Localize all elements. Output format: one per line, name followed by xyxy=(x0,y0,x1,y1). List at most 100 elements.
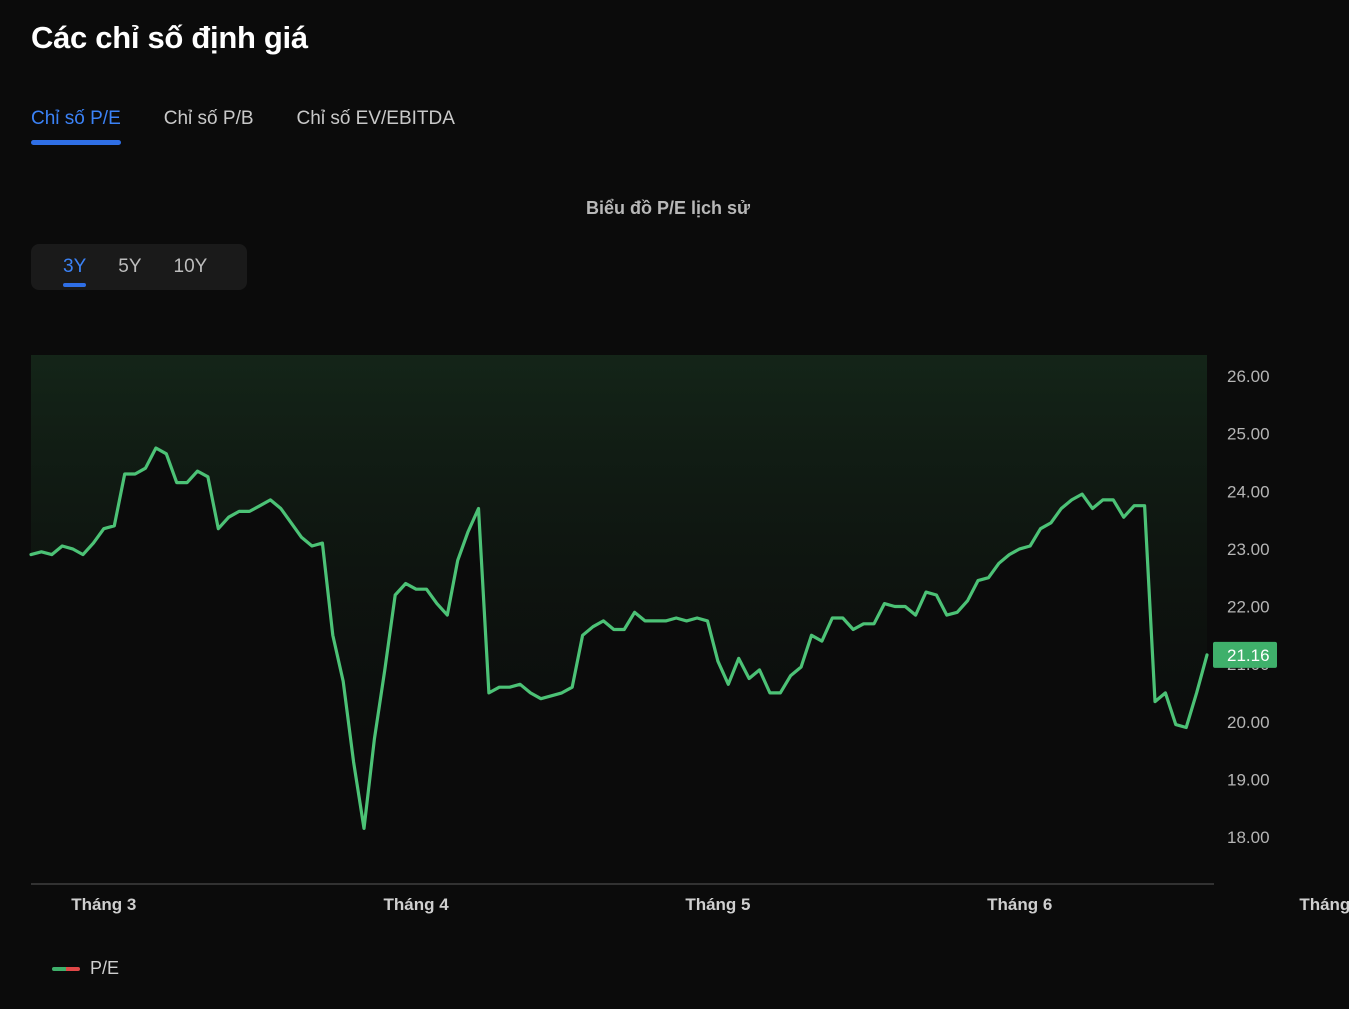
pe-point xyxy=(383,668,386,671)
pe-point xyxy=(321,542,324,545)
pe-point xyxy=(924,591,927,594)
last-value-badge: 21.16 xyxy=(1213,641,1277,668)
pe-point xyxy=(654,619,657,622)
pe-point xyxy=(394,593,397,596)
pe-point xyxy=(40,550,43,553)
pe-point xyxy=(134,472,137,475)
pe-point xyxy=(748,677,751,680)
pe-point xyxy=(987,576,990,579)
pe-point xyxy=(685,619,688,622)
pe-point xyxy=(727,683,730,686)
pe-point xyxy=(643,619,646,622)
x-tick-label: Tháng 4 xyxy=(384,895,450,914)
x-tick-label: Tháng 5 xyxy=(685,895,750,914)
pe-point xyxy=(883,602,886,605)
pe-point xyxy=(581,634,584,637)
pe-history-chart[interactable]: 26.0025.0024.0023.0022.0021.0020.0019.00… xyxy=(0,0,1349,940)
pe-point xyxy=(1133,504,1136,507)
pe-point xyxy=(945,614,948,617)
pe-point xyxy=(102,527,105,530)
pe-point xyxy=(331,634,334,637)
pe-point xyxy=(560,691,563,694)
pe-point xyxy=(154,446,157,449)
pe-point xyxy=(310,544,313,547)
pe-point xyxy=(1049,521,1052,524)
pe-point xyxy=(591,625,594,628)
pe-point xyxy=(914,614,917,617)
pe-point xyxy=(352,761,355,764)
pe-point xyxy=(92,542,95,545)
pe-point xyxy=(571,686,574,689)
pe-point xyxy=(1153,700,1156,703)
legend-label-pe: P/E xyxy=(90,958,120,978)
pe-point xyxy=(768,691,771,694)
pe-point xyxy=(1070,498,1073,501)
pe-point xyxy=(633,611,636,614)
pe-point xyxy=(362,827,365,830)
pe-point xyxy=(966,599,969,602)
pe-point xyxy=(852,628,855,631)
y-tick-label: 23.00 xyxy=(1227,540,1270,559)
pe-point xyxy=(831,616,834,619)
pe-point xyxy=(872,622,875,625)
pe-point xyxy=(113,524,116,527)
pe-point xyxy=(997,562,1000,565)
pe-point xyxy=(1039,527,1042,530)
pe-point xyxy=(1029,544,1032,547)
pe-point xyxy=(623,628,626,631)
pe-point xyxy=(50,553,53,556)
pe-point xyxy=(165,452,168,455)
pe-point xyxy=(956,611,959,614)
pe-point xyxy=(425,588,428,591)
pe-point xyxy=(664,619,667,622)
pe-point xyxy=(1008,553,1011,556)
pe-point xyxy=(779,691,782,694)
pe-point xyxy=(144,467,147,470)
pe-point xyxy=(342,680,345,683)
pe-point xyxy=(1081,493,1084,496)
y-axis: 26.0025.0024.0023.0022.0021.0020.0019.00… xyxy=(1227,367,1270,847)
pe-point xyxy=(1185,726,1188,729)
pe-point xyxy=(300,536,303,539)
x-tick-label: Tháng 3 xyxy=(71,895,136,914)
pe-point xyxy=(696,616,699,619)
x-axis: Tháng 3Tháng 4Tháng 5Tháng 6Tháng 716Thá… xyxy=(71,895,1349,914)
pe-point xyxy=(1018,547,1021,550)
pe-point xyxy=(529,691,532,694)
pe-point xyxy=(186,481,189,484)
pe-point xyxy=(758,668,761,671)
pe-point xyxy=(1091,507,1094,510)
pe-point xyxy=(446,614,449,617)
pe-point xyxy=(435,602,438,605)
pe-point xyxy=(258,504,261,507)
pe-point xyxy=(737,657,740,660)
pe-point xyxy=(1174,723,1177,726)
pe-point xyxy=(716,660,719,663)
pe-point xyxy=(1101,498,1104,501)
pe-point xyxy=(539,697,542,700)
pe-point xyxy=(904,605,907,608)
pe-point xyxy=(1122,516,1125,519)
x-tick-label: Tháng 7 xyxy=(1299,895,1349,914)
pe-point xyxy=(487,691,490,694)
y-tick-label: 22.00 xyxy=(1227,598,1270,617)
pe-point xyxy=(61,544,64,547)
pe-point xyxy=(976,579,979,582)
y-tick-label: 25.00 xyxy=(1227,425,1270,444)
pe-point xyxy=(893,605,896,608)
y-tick-label: 20.00 xyxy=(1227,713,1270,732)
pe-point xyxy=(123,472,126,475)
pe-point xyxy=(227,516,230,519)
pe-point xyxy=(404,582,407,585)
last-value-label: 21.16 xyxy=(1227,646,1270,665)
legend[interactable]: P/E xyxy=(52,958,119,979)
pe-point xyxy=(612,628,615,631)
pe-point xyxy=(290,521,293,524)
y-tick-label: 24.00 xyxy=(1227,482,1270,501)
pe-point xyxy=(248,510,251,513)
pe-point xyxy=(810,634,813,637)
pe-point xyxy=(217,527,220,530)
pe-point xyxy=(71,547,74,550)
pe-point xyxy=(175,481,178,484)
pe-point xyxy=(841,616,844,619)
